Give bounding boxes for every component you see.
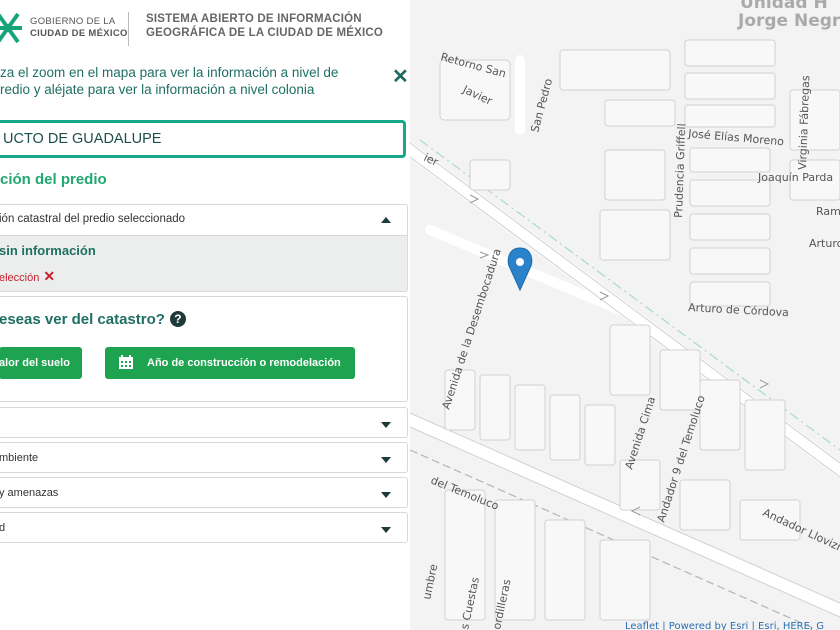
cadastral-card-header[interactable]: ión catastral del predio seleccionado bbox=[0, 205, 407, 235]
catastro-question: eseas ver del catastro?? bbox=[0, 311, 186, 328]
cdmx-logo-icon bbox=[0, 12, 22, 44]
deselect-link[interactable]: elección ✕ bbox=[0, 268, 55, 285]
chevron-down-icon[interactable] bbox=[381, 527, 391, 533]
deselect-label: elección bbox=[0, 272, 40, 284]
site-header: GOBIERNO DE LA CIUDAD DE MÉXICO SISTEMA … bbox=[0, 0, 410, 62]
accordion-item[interactable]: mbiente bbox=[0, 442, 408, 473]
accordion-label: y amenazas bbox=[0, 487, 59, 499]
accordion-item[interactable] bbox=[0, 407, 408, 438]
cadastral-card-title: ión catastral del predio seleccionado bbox=[0, 213, 186, 225]
chevron-down-icon[interactable] bbox=[381, 492, 391, 498]
gov-line-2: CIUDAD DE MÉXICO bbox=[30, 28, 128, 39]
system-title: SISTEMA ABIERTO DE INFORMACIÓN GEOGRÁFIC… bbox=[146, 12, 383, 40]
zoom-hint-line-2: redio y aléjate para ver la información … bbox=[0, 82, 315, 97]
cadastral-info-card: ión catastral del predio seleccionado si… bbox=[0, 204, 408, 292]
close-panel-button[interactable]: ✕ bbox=[392, 64, 409, 89]
accordion-label: mbiente bbox=[0, 452, 39, 464]
catastro-options-card: eseas ver del catastro?? alor del suelo … bbox=[0, 296, 408, 402]
map-label: Joaquín Parda bbox=[757, 171, 833, 184]
chevron-down-icon[interactable] bbox=[381, 457, 391, 463]
accordion-item[interactable]: d bbox=[0, 512, 408, 543]
land-value-label: alor del suelo bbox=[0, 357, 70, 369]
no-info-label: sin información bbox=[0, 243, 96, 258]
catastro-question-text: eseas ver del catastro? bbox=[0, 311, 165, 328]
chevron-up-icon[interactable] bbox=[381, 217, 391, 223]
calendar-icon bbox=[119, 355, 133, 369]
land-value-button[interactable]: alor del suelo bbox=[0, 347, 82, 379]
accordion-label: d bbox=[0, 522, 6, 534]
info-panel: za el zoom en el mapa para ver la inform… bbox=[0, 58, 410, 630]
system-title-line-1: SISTEMA ABIERTO DE INFORMACIÓN bbox=[146, 13, 362, 25]
construction-year-label: Año de construcción o remodelación bbox=[147, 357, 341, 369]
close-icon[interactable]: ✕ bbox=[43, 268, 55, 284]
map-attribution[interactable]: Leaflet | Powered by Esri | Esri, HERE, … bbox=[625, 621, 824, 630]
map-label: Arturo bbox=[809, 237, 840, 250]
section-title: ción del predio bbox=[0, 171, 107, 188]
accordion-item[interactable]: y amenazas bbox=[0, 477, 408, 508]
header-divider bbox=[128, 12, 129, 46]
map-label: Ram bbox=[816, 205, 840, 218]
zoom-hint: za el zoom en el mapa para ver la inform… bbox=[0, 64, 380, 98]
search-value: UCTO DE GUADALUPE bbox=[3, 131, 162, 147]
address-search-input[interactable]: UCTO DE GUADALUPE bbox=[0, 120, 406, 158]
map-label: Jorge Negre bbox=[737, 11, 840, 31]
construction-year-button[interactable]: Año de construcción o remodelación bbox=[105, 347, 355, 379]
help-icon[interactable]: ? bbox=[169, 311, 186, 327]
zoom-hint-line-1: za el zoom en el mapa para ver la inform… bbox=[0, 65, 339, 80]
gov-line-1: GOBIERNO DE LA bbox=[30, 16, 116, 27]
chevron-down-icon[interactable] bbox=[381, 422, 391, 428]
system-title-line-2: GEOGRÁFICA DE LA CIUDAD DE MÉXICO bbox=[146, 27, 384, 39]
cadastral-card-body: sin información elección ✕ bbox=[0, 235, 407, 291]
gov-logo-text: GOBIERNO DE LA CIUDAD DE MÉXICO bbox=[30, 16, 128, 40]
